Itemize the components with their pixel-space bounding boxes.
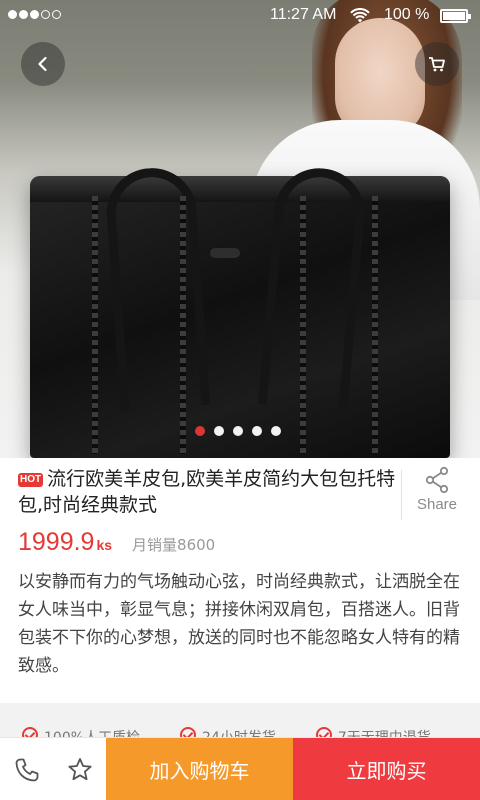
- call-button[interactable]: [0, 738, 53, 800]
- price-row: 1999.9 ks 月销量8600: [18, 528, 215, 557]
- buy-now-button[interactable]: 立即购买: [293, 738, 480, 800]
- cart-icon: [429, 57, 445, 72]
- favorite-button[interactable]: [53, 738, 106, 800]
- monthly-sales: 月销量8600: [132, 536, 216, 554]
- carousel-dot[interactable]: [233, 426, 243, 436]
- phone-icon: [15, 758, 38, 781]
- handbag-braid: [372, 196, 378, 454]
- carousel-indicator: [195, 426, 281, 436]
- hot-badge: HOT: [18, 473, 44, 487]
- status-bar: 11:27 AM 100 %: [0, 0, 480, 32]
- handbag-strap-left: [103, 165, 211, 411]
- battery-icon: [440, 9, 471, 23]
- star-icon: [68, 757, 91, 780]
- product-image[interactable]: [0, 0, 480, 458]
- handbag-braid: [180, 196, 186, 454]
- product-title: HOT 流行欧美羊皮包,欧美羊皮简约大包包托特包,时尚经典款式: [18, 466, 398, 518]
- cart-button[interactable]: [415, 42, 459, 86]
- share-label: Share: [416, 496, 458, 513]
- price-unit: ks: [96, 537, 113, 553]
- back-button[interactable]: [21, 42, 65, 86]
- carousel-dot[interactable]: [252, 426, 262, 436]
- handbag-braid: [92, 196, 98, 454]
- product-title-block: HOT 流行欧美羊皮包,欧美羊皮简约大包包托特包,时尚经典款式: [18, 466, 398, 518]
- handbag-braid: [300, 196, 306, 454]
- add-to-cart-button[interactable]: 加入购物车: [106, 738, 293, 800]
- carousel-dot[interactable]: [214, 426, 224, 436]
- product-price: 1999.9: [18, 528, 95, 556]
- carousel-dot[interactable]: [271, 426, 281, 436]
- carousel-dot-active[interactable]: [195, 426, 205, 436]
- product-title-text: 流行欧美羊皮包,欧美羊皮简约大包包托特包,时尚经典款式: [18, 468, 396, 516]
- battery-percent: 100 %: [384, 6, 430, 23]
- share-button[interactable]: Share: [412, 466, 462, 513]
- handbag-logo: [210, 248, 240, 258]
- bottom-action-bar: 加入购物车 立即购买: [0, 737, 480, 800]
- back-icon: [38, 56, 47, 72]
- wifi-icon: [350, 8, 370, 23]
- divider: [401, 470, 402, 520]
- status-time: 11:27 AM: [270, 6, 337, 23]
- product-description: 以安静而有力的气场触动心弦，时尚经典款式，让洒脱全在女人味当中，彰显气息；拼接休…: [18, 572, 460, 676]
- share-icon: [425, 466, 449, 494]
- signal-icon: [8, 10, 61, 19]
